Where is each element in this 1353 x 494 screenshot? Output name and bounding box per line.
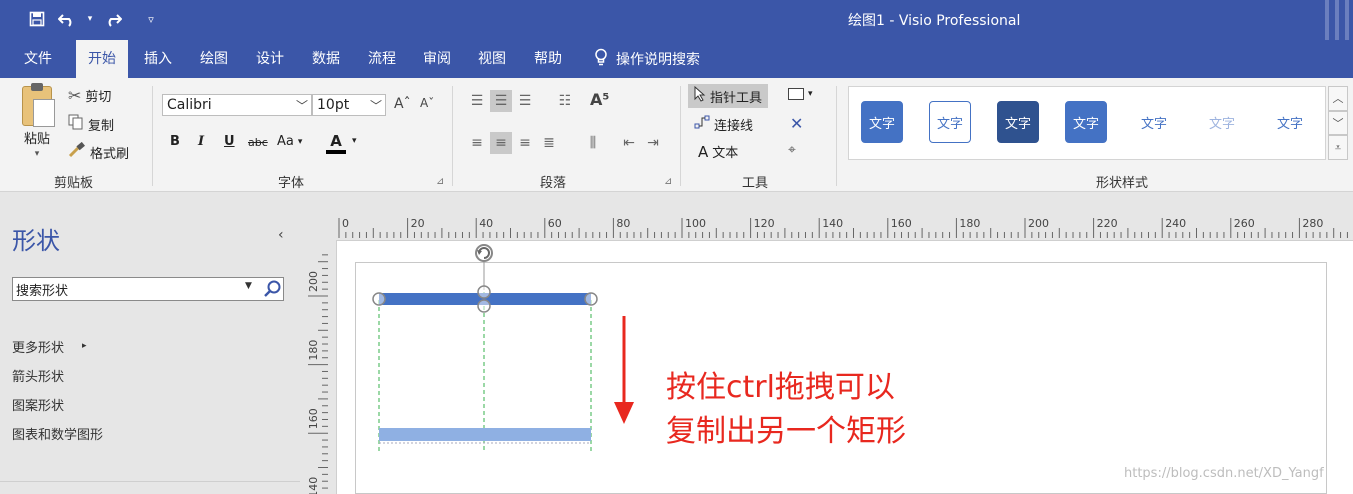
resize-handle[interactable] — [372, 292, 386, 306]
resize-handle[interactable] — [584, 292, 598, 306]
duplicate-preview-shape — [379, 428, 591, 441]
watermark: https://blog.csdn.net/XD_Yangf — [1124, 466, 1324, 481]
resize-handle[interactable] — [477, 285, 491, 299]
resize-handle[interactable] — [477, 299, 491, 313]
annotation-text-line1: 按住ctrl拖拽可以 — [666, 370, 895, 405]
annotation-text-line2: 复制出另一个矩形 — [666, 414, 906, 449]
rotate-handle-icon[interactable] — [475, 244, 493, 262]
annotation-arrow-head — [614, 402, 634, 424]
